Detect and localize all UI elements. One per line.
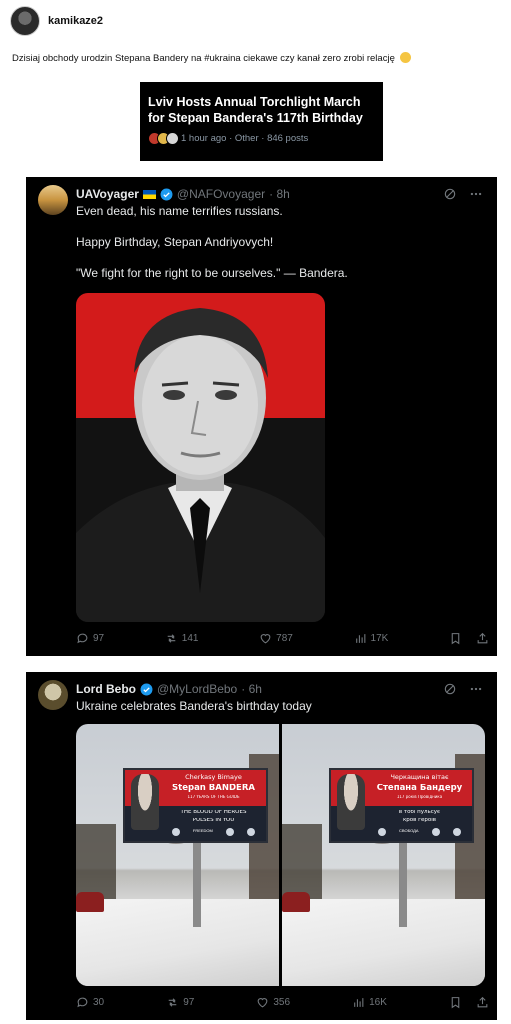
- billboard-panel: Черкащина вітає Степана Бандеру 117 рокі…: [329, 768, 474, 843]
- billboard-panel: Cherkasy Bimaye Stepan BANDERA 117 YEARS…: [123, 768, 268, 843]
- tweet-action-bar: 97 141 787 17K: [76, 632, 489, 645]
- billboard-logos: FREEDOM: [165, 828, 262, 836]
- repost-button[interactable]: 97: [166, 996, 194, 1009]
- trend-avatars: [148, 132, 179, 145]
- billboard-text: Cherkasy Bimaye: [185, 774, 242, 781]
- reply-count: 97: [93, 633, 105, 644]
- post-text: Dzisiaj obchody urodzin Stepana Bandery …: [12, 52, 411, 64]
- bookmark-icon[interactable]: [449, 996, 462, 1009]
- heart-icon: [260, 634, 271, 644]
- trend-card[interactable]: Lviv Hosts Annual Torchlight March for S…: [140, 82, 383, 161]
- reply-count: 30: [93, 997, 105, 1008]
- trend-title: Lviv Hosts Annual Torchlight March for S…: [148, 95, 363, 125]
- repost-icon: [168, 998, 177, 1007]
- post-body: Dzisiaj obchody urodzin Stepana Bandery …: [12, 53, 395, 64]
- billboard-text: Степана Бандеру: [376, 784, 463, 793]
- tweet-handle[interactable]: @MyLordBebo: [157, 682, 237, 696]
- billboard-text: 117 років Провідника: [396, 795, 443, 799]
- tweet-text-line: Even dead, his name terrifies russians.: [76, 204, 283, 218]
- grok-icon[interactable]: [443, 187, 457, 201]
- tweet-time: · 6h: [241, 682, 262, 696]
- billboard-images[interactable]: Cherkasy Bimaye Stepan BANDERA 117 YEARS…: [76, 724, 485, 986]
- tweet-text-line: Ukraine celebrates Bandera's birthday to…: [76, 699, 312, 713]
- billboard-text: THE BLOOD OF HEROES: [180, 810, 247, 815]
- portrait-figure: [76, 308, 325, 622]
- billboard-logos: СВОБОДА: [371, 828, 468, 836]
- repost-count: 141: [181, 633, 199, 644]
- billboard-text: 117 YEARS OF THE GUIDE: [187, 795, 240, 799]
- tweet-time: · 8h: [269, 187, 290, 201]
- heart-icon: [257, 998, 268, 1008]
- tweet-author-line: UAVoyager @NAFOvoyager · 8h: [76, 187, 290, 201]
- tweet-card[interactable]: Lord Bebo @MyLordBebo · 6h Ukraine celeb…: [26, 672, 497, 1020]
- tweet-author-name[interactable]: UAVoyager: [76, 187, 139, 201]
- post-header: kamikaze2: [10, 6, 103, 36]
- share-icon[interactable]: [476, 632, 489, 645]
- tweet-action-bar: 30 97 356 16K: [76, 996, 489, 1009]
- avatar[interactable]: [10, 6, 40, 36]
- bookmark-icon[interactable]: [449, 632, 462, 645]
- billboard-text: Черкащина вітає: [390, 774, 449, 781]
- tweet-card[interactable]: UAVoyager @NAFOvoyager · 8h Even dead, h…: [26, 177, 497, 656]
- billboard-text: Stepan BANDERA: [172, 784, 255, 793]
- more-icon[interactable]: [469, 187, 483, 201]
- tweet-text-line: "We fight for the right to be ourselves.…: [76, 266, 348, 280]
- portrait-image[interactable]: [76, 293, 325, 622]
- tweet-handle[interactable]: @NAFOvoyager: [177, 187, 265, 201]
- tweet-author-line: Lord Bebo @MyLordBebo · 6h: [76, 682, 262, 696]
- billboard-photo-english[interactable]: Cherkasy Bimaye Stepan BANDERA 117 YEARS…: [76, 724, 279, 986]
- repost-button[interactable]: 141: [165, 632, 199, 645]
- wink-emoji-icon: [399, 52, 411, 63]
- trend-meta-text: 1 hour ago · Other · 846 posts: [181, 133, 309, 144]
- tweet-text-line: Happy Birthday, Stepan Andriyovych!: [76, 235, 274, 249]
- views-count: 16K: [369, 997, 387, 1008]
- reply-icon: [77, 633, 88, 644]
- like-button[interactable]: 787: [259, 632, 293, 645]
- like-button[interactable]: 356: [256, 996, 290, 1009]
- billboard-text: кров героїв: [402, 818, 437, 823]
- trend-meta: 1 hour ago · Other · 846 posts: [148, 132, 373, 145]
- billboard-text: PULSES IN YOU: [192, 818, 235, 823]
- reply-button[interactable]: 97: [76, 632, 104, 645]
- reply-button[interactable]: 30: [76, 996, 104, 1009]
- reply-icon: [77, 997, 88, 1008]
- views-count: 17K: [370, 633, 389, 644]
- billboard-photo-ukrainian[interactable]: Черкащина вітає Степана Бандеру 117 рокі…: [282, 724, 485, 986]
- repost-count: 97: [183, 997, 195, 1008]
- ukraine-flag-icon: [142, 189, 156, 199]
- views-icon: [355, 634, 365, 643]
- like-count: 787: [276, 633, 293, 644]
- grok-icon[interactable]: [443, 682, 457, 696]
- views-icon: [354, 998, 364, 1007]
- billboard-portrait: [131, 774, 159, 830]
- views-button[interactable]: 17K: [354, 632, 389, 645]
- post-username[interactable]: kamikaze2: [48, 15, 103, 27]
- views-button[interactable]: 16K: [352, 996, 387, 1009]
- more-icon[interactable]: [469, 682, 483, 696]
- billboard-portrait: [337, 774, 365, 830]
- avatar[interactable]: [38, 680, 68, 710]
- avatar[interactable]: [38, 185, 68, 215]
- tweet-author-name[interactable]: Lord Bebo: [76, 682, 136, 696]
- repost-icon: [167, 634, 176, 643]
- verified-icon: [160, 188, 173, 200]
- like-count: 356: [273, 997, 291, 1008]
- billboard-text: в тобі пульсує: [398, 810, 441, 815]
- share-icon[interactable]: [476, 996, 489, 1009]
- verified-icon: [140, 683, 153, 695]
